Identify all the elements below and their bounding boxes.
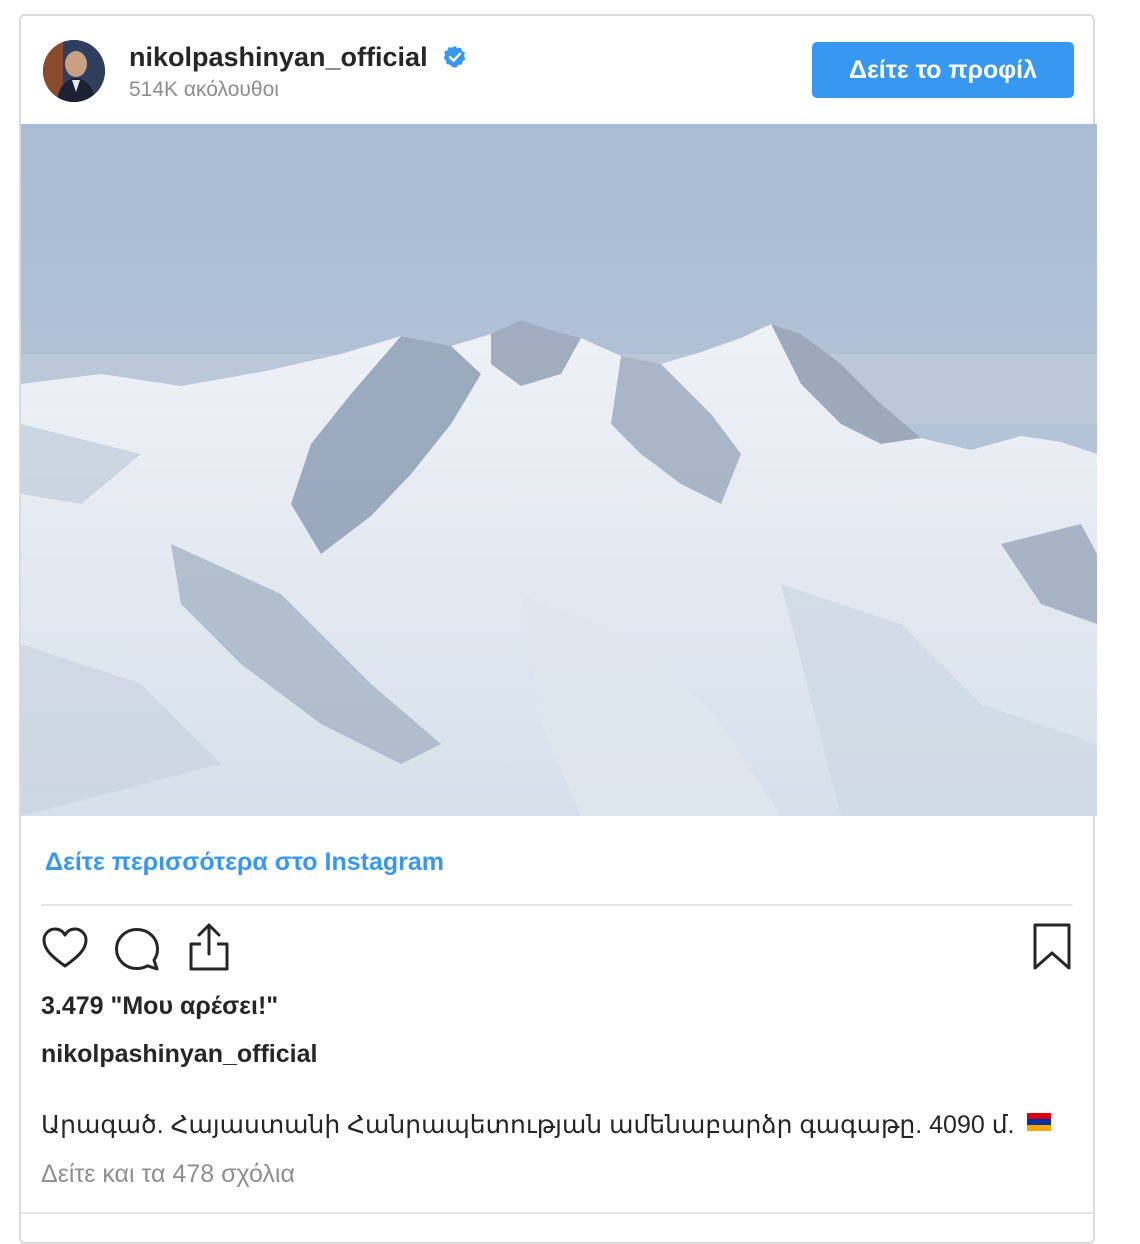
- instagram-embed-card: nikolpashinyan_official 514K ακόλουθοι Δ…: [19, 14, 1097, 1244]
- avatar[interactable]: [43, 40, 105, 102]
- like-count[interactable]: 3.479 "Μου αρέσει!": [41, 992, 278, 1021]
- share-icon[interactable]: [187, 922, 231, 972]
- caption: Արագած. Հայաստանի Հանրապետության ամենաբա…: [41, 1110, 1052, 1140]
- armenia-flag-icon: [1027, 1113, 1052, 1131]
- heart-icon[interactable]: [41, 926, 89, 970]
- verified-badge-icon: [443, 46, 466, 68]
- username[interactable]: nikolpashinyan_official: [129, 42, 428, 73]
- bookmark-icon[interactable]: [1031, 922, 1073, 972]
- post-header: nikolpashinyan_official 514K ακόλουθοι Δ…: [21, 16, 1093, 126]
- comment-icon[interactable]: [114, 926, 160, 972]
- post-photo[interactable]: [21, 124, 1097, 816]
- view-more-on-instagram-link[interactable]: Δείτε περισσότερα στο Instagram: [45, 848, 444, 877]
- caption-text: Արագած. Հայաստանի Հանրապետության ամենաբա…: [41, 1111, 1015, 1139]
- caption-username[interactable]: nikolpashinyan_official: [41, 1040, 317, 1069]
- divider: [41, 904, 1073, 906]
- follower-count: 514K ακόλουθοι: [129, 78, 279, 101]
- view-profile-button[interactable]: Δείτε το προφίλ: [812, 42, 1074, 98]
- view-all-comments-link[interactable]: Δείτε και τα 478 σχόλια: [41, 1160, 295, 1189]
- comment-divider: [21, 1212, 1093, 1214]
